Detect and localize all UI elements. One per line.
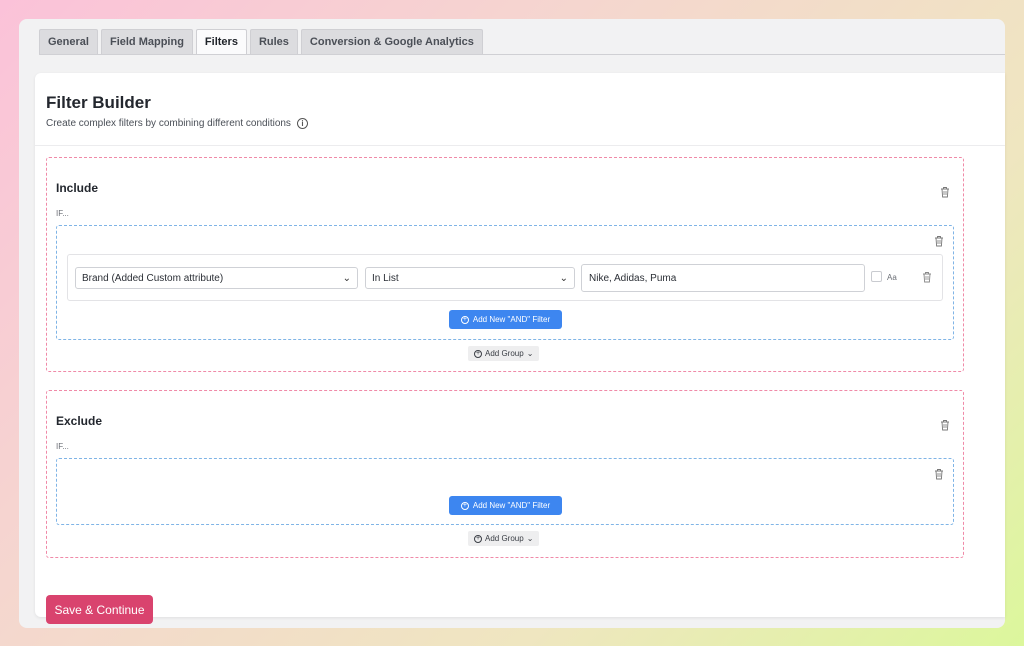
chevron-down-icon: ⌄ — [526, 349, 534, 358]
include-filter-group: Brand (Added Custom attribute) ⌄ In List… — [56, 225, 954, 340]
tab-bar: General Field Mapping Filters Rules Conv… — [39, 29, 483, 55]
info-icon[interactable]: i — [296, 118, 308, 129]
tab-rules[interactable]: Rules — [249, 29, 298, 55]
case-sensitive-checkbox[interactable] — [871, 271, 882, 282]
delete-exclude-icon[interactable] — [940, 419, 950, 431]
plus-circle-icon: + — [474, 349, 482, 358]
filter-value-input[interactable]: Nike, Adidas, Puma — [581, 264, 865, 292]
page-subtitle: Create complex filters by combining diff… — [46, 118, 308, 129]
exclude-if-label: IF... — [56, 442, 69, 451]
tab-divider — [39, 54, 1005, 55]
tab-field-mapping[interactable]: Field Mapping — [100, 29, 193, 55]
add-group-label: Add Group — [485, 349, 524, 358]
tab-filters[interactable]: Filters — [195, 29, 247, 55]
add-group-button[interactable]: + Add Group ⌄ — [468, 531, 540, 546]
chevron-down-icon: ⌄ — [342, 273, 351, 284]
delete-group-icon[interactable] — [934, 235, 944, 247]
include-if-label: IF... — [56, 209, 69, 218]
case-sensitive-label: Aa — [887, 273, 897, 282]
add-and-filter-button[interactable]: + Add New "AND" Filter — [449, 310, 562, 329]
exclude-section: Exclude IF... + Add New "AND" Filter + A… — [46, 390, 964, 558]
exclude-filter-group: + Add New "AND" Filter — [56, 458, 954, 525]
add-and-filter-label: Add New "AND" Filter — [472, 315, 551, 324]
page-title: Filter Builder — [46, 93, 151, 112]
include-title: Include — [56, 181, 99, 195]
attribute-select[interactable]: Brand (Added Custom attribute) ⌄ — [75, 267, 358, 289]
delete-group-icon[interactable] — [934, 468, 944, 480]
plus-circle-icon: + — [460, 501, 469, 510]
add-group-label: Add Group — [485, 534, 524, 543]
add-and-filter-label: Add New "AND" Filter — [472, 501, 551, 510]
filter-builder-card: Filter Builder Create complex filters by… — [35, 73, 1005, 624]
attribute-value: Brand (Added Custom attribute) — [82, 272, 224, 284]
include-section: Include IF... Brand (Added Custom attrib… — [46, 157, 964, 372]
operator-select[interactable]: In List ⌄ — [365, 267, 575, 289]
tab-conversion-google-analytics[interactable]: Conversion & Google Analytics — [300, 29, 483, 55]
settings-panel: General Field Mapping Filters Rules Conv… — [19, 19, 1005, 628]
tab-general[interactable]: General — [39, 29, 98, 55]
save-continue-button[interactable]: Save & Continue — [46, 595, 153, 624]
add-and-filter-button[interactable]: + Add New "AND" Filter — [449, 496, 562, 515]
card-header: Filter Builder Create complex filters by… — [35, 73, 1005, 146]
add-group-button[interactable]: + Add Group ⌄ — [468, 346, 540, 361]
operator-value: In List — [372, 272, 399, 284]
chevron-down-icon: ⌄ — [526, 534, 534, 543]
delete-filter-icon[interactable] — [922, 271, 932, 283]
subtitle-text: Create complex filters by combining diff… — [46, 118, 291, 129]
exclude-title: Exclude — [56, 414, 103, 428]
filter-row: Brand (Added Custom attribute) ⌄ In List… — [67, 254, 943, 301]
delete-include-icon[interactable] — [940, 186, 950, 198]
plus-circle-icon: + — [474, 534, 482, 543]
chevron-down-icon: ⌄ — [559, 273, 568, 284]
plus-circle-icon: + — [460, 315, 469, 324]
